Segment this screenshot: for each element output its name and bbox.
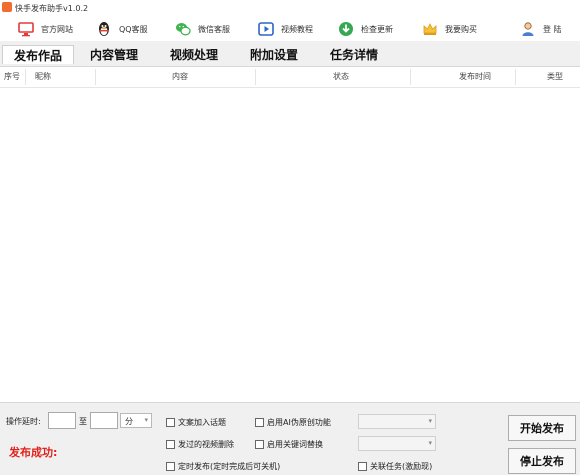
qq-service-button[interactable]: QQ客服 (96, 19, 148, 39)
column-divider[interactable] (515, 69, 516, 85)
purchase-label: 我要购买 (445, 24, 477, 34)
user-icon (522, 22, 534, 36)
keyword-replace-checkbox[interactable]: 启用关键词替换 (255, 439, 323, 450)
timed-publish-checkbox[interactable]: 定时发布(定时完成后可关机) (166, 461, 280, 472)
wechat-service-label: 微信客服 (198, 24, 230, 34)
checkbox-box[interactable] (166, 462, 175, 471)
topic-checkbox-label: 文案加入话题 (178, 418, 226, 427)
delete-after-checkbox-label: 发过的视频删除 (178, 440, 234, 449)
interval-min-input[interactable] (48, 412, 76, 429)
check-update-button[interactable]: 检查更新 (338, 19, 393, 39)
publish-status-label: 发布成功: (9, 446, 58, 459)
official-site-button[interactable]: 官方网站 (18, 19, 73, 39)
stop-publish-button[interactable]: 停止发布 (508, 448, 576, 474)
keyword-replace-checkbox-label: 启用关键词替换 (267, 440, 323, 449)
checkbox-box[interactable] (255, 440, 264, 449)
checkbox-box[interactable] (166, 440, 175, 449)
title-bar: 快手发布助手v1.0.2 (0, 0, 580, 17)
qq-service-label: QQ客服 (119, 24, 148, 34)
column-divider[interactable] (25, 69, 26, 85)
control-panel: 操作延时: 至 分 ▾ 文案加入话题 发过的视频删除 定时发布(定时完成后可关机… (0, 402, 580, 475)
column-header-type[interactable]: 类型 (547, 71, 563, 82)
chevron-down-icon: ▾ (428, 417, 432, 425)
publish-table[interactable]: 序号 昵称 内容 状态 发布时间 类型 (0, 66, 580, 403)
tab-publish-works[interactable]: 发布作品 (2, 45, 74, 64)
toolbar: 官方网站 QQ客服 微信客服 视频教程 检查更新 我要购买 登 陆 (0, 17, 580, 41)
qq-penguin-icon (99, 22, 109, 36)
column-header-status[interactable]: 状态 (333, 71, 349, 82)
tab-additional-settings[interactable]: 附加设置 (250, 45, 298, 63)
ai-original-checkbox[interactable]: 启用AI伪原创功能 (255, 417, 331, 428)
chevron-down-icon: ▾ (144, 416, 148, 424)
main-tabs: 发布作品 内容管理 视频处理 附加设置 任务详情 (0, 43, 580, 65)
tab-content-management[interactable]: 内容管理 (90, 45, 138, 63)
column-header-nickname[interactable]: 昵称 (35, 71, 51, 82)
video-tutorial-button[interactable]: 视频教程 (258, 19, 313, 39)
tab-video-processing[interactable]: 视频处理 (170, 45, 218, 63)
start-publish-button[interactable]: 开始发布 (508, 415, 576, 441)
check-update-label: 检查更新 (361, 24, 393, 34)
ai-original-checkbox-label: 启用AI伪原创功能 (267, 418, 331, 427)
topic-checkbox[interactable]: 文案加入话题 (166, 417, 226, 428)
column-header-content[interactable]: 内容 (172, 71, 188, 82)
column-divider[interactable] (410, 69, 411, 85)
monitor-icon (18, 22, 34, 37)
ai-mode-select[interactable]: ▾ (358, 414, 436, 429)
official-site-label: 官方网站 (41, 24, 73, 34)
column-divider[interactable] (95, 69, 96, 85)
login-button[interactable]: 登 陆 (520, 19, 562, 39)
table-header: 序号 昵称 内容 状态 发布时间 类型 (0, 67, 580, 88)
interval-unit-select[interactable]: 分 ▾ (120, 413, 152, 428)
download-icon (339, 22, 353, 36)
checkbox-box[interactable] (358, 462, 367, 471)
range-to-label: 至 (79, 417, 87, 426)
video-play-icon (258, 22, 274, 36)
wechat-icon (176, 23, 191, 36)
login-label: 登 陆 (543, 24, 562, 34)
app-logo-icon (2, 2, 12, 12)
column-divider[interactable] (255, 69, 256, 85)
delete-after-checkbox[interactable]: 发过的视频删除 (166, 439, 234, 450)
interval-unit-value: 分 (125, 417, 133, 426)
associate-task-checkbox-label: 关联任务(激励现) (370, 462, 433, 471)
timed-publish-checkbox-label: 定时发布(定时完成后可关机) (178, 462, 281, 471)
purchase-button[interactable]: 我要购买 (422, 19, 477, 39)
associate-task-checkbox[interactable]: 关联任务(激励现) (358, 461, 432, 472)
checkbox-box[interactable] (166, 418, 175, 427)
wechat-service-button[interactable]: 微信客服 (175, 19, 230, 39)
video-tutorial-label: 视频教程 (281, 24, 313, 34)
column-header-index[interactable]: 序号 (4, 71, 20, 82)
tab-task-details[interactable]: 任务详情 (330, 45, 378, 63)
column-header-publish-time[interactable]: 发布时间 (459, 71, 491, 82)
checkbox-box[interactable] (255, 418, 264, 427)
interval-max-input[interactable] (90, 412, 118, 429)
interval-label: 操作延时: (6, 417, 41, 426)
keyword-list-select[interactable]: ▾ (358, 436, 436, 451)
chevron-down-icon: ▾ (428, 439, 432, 447)
window-title: 快手发布助手v1.0.2 (15, 4, 89, 13)
crown-icon (423, 23, 437, 35)
